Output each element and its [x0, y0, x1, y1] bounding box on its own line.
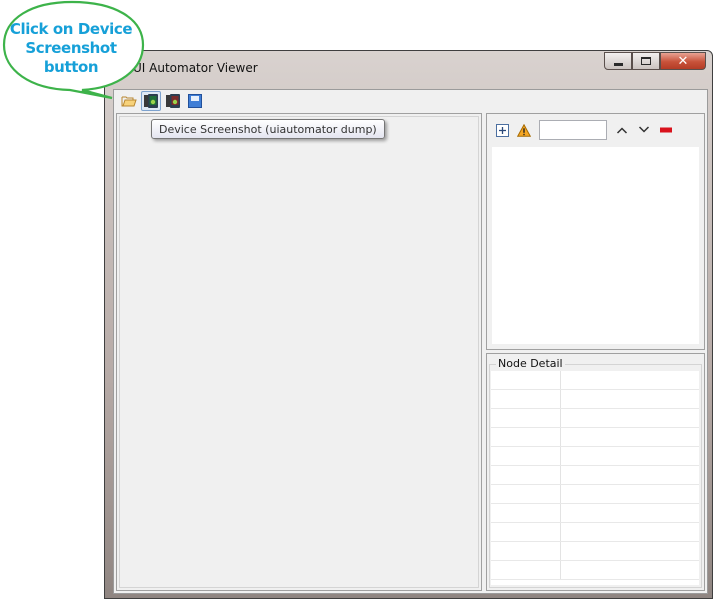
- main-toolbar: [114, 90, 707, 112]
- screenshot-pane[interactable]: [116, 113, 482, 591]
- table-cell-key: [491, 542, 561, 560]
- clear-button[interactable]: [657, 121, 675, 139]
- table-row[interactable]: [491, 542, 699, 561]
- table-cell-value: [561, 523, 699, 541]
- window-title: UI Automator Viewer: [133, 61, 258, 75]
- node-detail-label: Node Detail: [496, 357, 565, 370]
- hierarchy-pane: [486, 113, 705, 350]
- table-row[interactable]: [491, 561, 699, 580]
- callout-line-1: Click on Device: [9, 20, 133, 38]
- table-cell-key: [491, 523, 561, 541]
- caption-buttons: ✕: [604, 52, 706, 70]
- table-cell-key: [491, 485, 561, 503]
- title-bar[interactable]: UI Automator Viewer ✕: [105, 51, 712, 85]
- previous-button[interactable]: [613, 121, 631, 139]
- table-row[interactable]: [491, 371, 699, 390]
- table-cell-value: [561, 428, 699, 446]
- expand-all-button[interactable]: [493, 121, 511, 139]
- minimize-icon: [613, 62, 623, 66]
- table-cell-value: [561, 561, 699, 579]
- save-button[interactable]: [185, 91, 205, 111]
- callout-text: Click on Device Screenshot button: [4, 20, 138, 77]
- table-cell-value: [561, 447, 699, 465]
- table-row[interactable]: [491, 504, 699, 523]
- table-row[interactable]: [491, 409, 699, 428]
- table-cell-value: [561, 390, 699, 408]
- table-row[interactable]: [491, 447, 699, 466]
- table-cell-key: [491, 466, 561, 484]
- save-icon: [188, 94, 202, 108]
- maximize-button[interactable]: [632, 52, 660, 70]
- callout-line-2: Screenshot: [25, 39, 117, 57]
- table-cell-key: [491, 428, 561, 446]
- hierarchy-toolbar: [493, 119, 679, 141]
- minimize-button[interactable]: [604, 52, 632, 70]
- node-detail-table[interactable]: [491, 371, 699, 585]
- table-cell-value: [561, 485, 699, 503]
- callout-line-3: button: [43, 58, 99, 76]
- close-button[interactable]: ✕: [660, 52, 706, 70]
- search-field[interactable]: [539, 120, 607, 140]
- table-cell-value: [561, 371, 699, 389]
- maximize-icon: [641, 57, 651, 65]
- table-row[interactable]: [491, 485, 699, 504]
- instruction-callout: Click on Device Screenshot button: [0, 0, 145, 100]
- table-cell-key: [491, 447, 561, 465]
- next-button[interactable]: [635, 121, 653, 139]
- table-cell-value: [561, 466, 699, 484]
- device-screenshot-icon: [144, 94, 158, 108]
- hierarchy-tree[interactable]: [492, 147, 699, 344]
- client-area: Node Detail: [113, 89, 708, 594]
- table-cell-key: [491, 409, 561, 427]
- close-icon: ✕: [677, 53, 689, 69]
- down-arrow-icon: [638, 126, 650, 133]
- table-row[interactable]: [491, 466, 699, 485]
- device-screenshot-compressed-button[interactable]: [163, 91, 183, 111]
- table-row[interactable]: [491, 390, 699, 409]
- table-cell-value: [561, 504, 699, 522]
- table-cell-value: [561, 542, 699, 560]
- warning-button[interactable]: [515, 121, 533, 139]
- table-cell-key: [491, 504, 561, 522]
- node-detail-pane: Node Detail: [486, 353, 705, 591]
- expand-all-icon: [495, 123, 509, 137]
- up-arrow-icon: [616, 127, 628, 134]
- table-row[interactable]: [491, 428, 699, 447]
- table-row[interactable]: [491, 523, 699, 542]
- table-cell-key: [491, 371, 561, 389]
- table-cell-key: [491, 561, 561, 579]
- device-screenshot-compressed-icon: [166, 94, 180, 108]
- table-cell-value: [561, 409, 699, 427]
- table-cell-key: [491, 390, 561, 408]
- clear-icon: [660, 127, 672, 133]
- screenshot-canvas: [119, 116, 479, 588]
- warning-icon: [517, 123, 531, 137]
- device-screenshot-tooltip: Device Screenshot (uiautomator dump): [151, 119, 385, 139]
